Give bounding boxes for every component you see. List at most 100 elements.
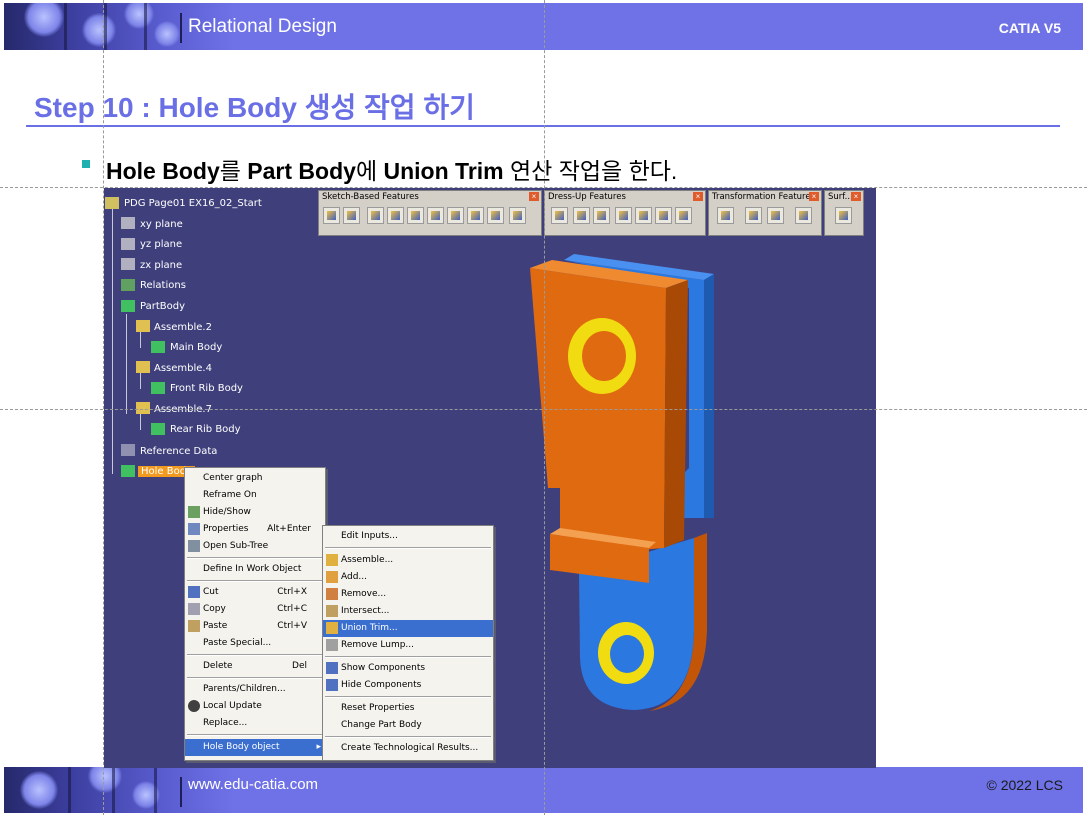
slot-icon[interactable] xyxy=(427,207,444,224)
menu-item-copy[interactable]: Copy Ctrl+C xyxy=(185,601,325,618)
menu-item-remove[interactable]: Remove... xyxy=(323,586,493,603)
assemble-icon xyxy=(136,402,150,414)
bullet-icon xyxy=(82,160,90,168)
bullet-bold-2: Part Body xyxy=(247,158,356,184)
paste-icon xyxy=(188,620,200,632)
menu-separator xyxy=(187,654,323,656)
menu-item-center-graph[interactable]: Center graph xyxy=(185,470,325,487)
tree-item-xy-plane[interactable]: xy plane xyxy=(140,219,183,230)
menu-item-delete[interactable]: Delete Del xyxy=(185,658,325,675)
loft-icon[interactable] xyxy=(467,207,484,224)
pattern-icon[interactable] xyxy=(767,207,784,224)
menu-item-create-technological-results[interactable]: Create Technological Results... xyxy=(323,740,493,757)
edge-fillet-icon[interactable] xyxy=(551,207,568,224)
shaft-icon[interactable] xyxy=(367,207,384,224)
menu-item-hide-components[interactable]: Hide Components xyxy=(323,677,493,694)
tree-item-zx-plane[interactable]: zx plane xyxy=(140,260,182,271)
header-title: Relational Design xyxy=(188,16,337,37)
menu-separator xyxy=(325,656,491,658)
remove-lump-icon xyxy=(326,639,338,651)
menu-item-reset-properties[interactable]: Reset Properties xyxy=(323,700,493,717)
menu-separator xyxy=(187,734,323,736)
footer-url[interactable]: www.edu-catia.com xyxy=(188,776,318,793)
menu-separator xyxy=(187,557,323,559)
front-plate xyxy=(530,268,666,556)
menu-item-cut[interactable]: Cut Ctrl+X xyxy=(185,584,325,601)
front-plate-side xyxy=(664,280,688,548)
bullet-text-2: 에 xyxy=(355,158,384,184)
guide-line xyxy=(103,0,104,815)
scissors-icon xyxy=(188,586,200,598)
stiffener-icon[interactable] xyxy=(447,207,464,224)
close-icon[interactable]: × xyxy=(851,192,861,201)
catia-viewport[interactable]: Sketch-Based Features × Dress-Up Feature… xyxy=(104,188,876,768)
chamfer-icon[interactable] xyxy=(573,207,590,224)
reference-icon xyxy=(121,444,135,456)
menu-item-hide-show[interactable]: Hide/Show xyxy=(185,504,325,521)
menu-item-open-sub-tree[interactable]: Open Sub-Tree xyxy=(185,538,325,555)
context-menu[interactable]: Center graph Reframe On Hide/Show Proper… xyxy=(184,467,326,761)
menu-item-local-update[interactable]: Local Update xyxy=(185,698,325,715)
shell-icon[interactable] xyxy=(615,207,632,224)
pocket-icon[interactable] xyxy=(343,207,360,224)
menu-item-show-components[interactable]: Show Components xyxy=(323,660,493,677)
menu-item-hole-body-object[interactable]: Hole Body object ▸ xyxy=(185,739,325,756)
draft-icon[interactable] xyxy=(593,207,610,224)
tree-item-partbody[interactable]: PartBody xyxy=(140,301,185,312)
toolbar-surface[interactable]: Surf... × xyxy=(824,190,864,236)
solid-combine-icon[interactable] xyxy=(509,207,526,224)
tree-item-main-body[interactable]: Main Body xyxy=(170,342,222,353)
tree-item-assemble-4[interactable]: Assemble.4 xyxy=(154,363,212,374)
menu-item-union-trim[interactable]: Union Trim... xyxy=(323,620,493,637)
remove-loft-icon[interactable] xyxy=(487,207,504,224)
translation-icon[interactable] xyxy=(717,207,734,224)
guide-line xyxy=(0,187,1087,188)
menu-separator xyxy=(187,677,323,679)
menu-item-parents-children[interactable]: Parents/Children... xyxy=(185,681,325,698)
menu-item-change-part-body[interactable]: Change Part Body xyxy=(323,717,493,734)
menu-item-edit-inputs[interactable]: Edit Inputs... xyxy=(323,528,493,545)
tree-item-yz-plane[interactable]: yz plane xyxy=(140,239,182,250)
tree-item-rear-rib-body[interactable]: Rear Rib Body xyxy=(170,424,241,435)
header-product: CATIA V5 xyxy=(998,20,1061,36)
split-icon[interactable] xyxy=(835,207,852,224)
menu-item-intersect[interactable]: Intersect... xyxy=(323,603,493,620)
menu-item-add[interactable]: Add... xyxy=(323,569,493,586)
toolbar-sketch-based[interactable]: Sketch-Based Features × xyxy=(318,190,542,236)
guide-line xyxy=(544,0,545,815)
menu-item-properties[interactable]: Properties Alt+Enter xyxy=(185,521,325,538)
menu-item-paste[interactable]: Paste Ctrl+V xyxy=(185,618,325,635)
plane-icon xyxy=(121,217,135,229)
rib-icon[interactable] xyxy=(407,207,424,224)
menu-item-replace[interactable]: Replace... xyxy=(185,715,325,732)
header-separator xyxy=(180,13,182,43)
hole-icon[interactable] xyxy=(387,207,404,224)
remove-face-icon[interactable] xyxy=(675,207,692,224)
object-submenu[interactable]: Edit Inputs... Assemble... Add... Remove… xyxy=(322,525,494,761)
scaling-icon[interactable] xyxy=(795,207,812,224)
tree-item-assemble-2[interactable]: Assemble.2 xyxy=(154,322,212,333)
close-icon[interactable]: × xyxy=(809,192,819,201)
menu-item-paste-special[interactable]: Paste Special... xyxy=(185,635,325,652)
menu-item-define-in-work-object[interactable]: Define In Work Object xyxy=(185,561,325,578)
tree-item-reference-data[interactable]: Reference Data xyxy=(140,446,217,457)
remove-icon xyxy=(326,588,338,600)
toolbar-dress-up[interactable]: Dress-Up Features × xyxy=(544,190,706,236)
mirror-icon[interactable] xyxy=(745,207,762,224)
thickness-icon[interactable] xyxy=(635,207,652,224)
menu-item-remove-lump[interactable]: Remove Lump... xyxy=(323,637,493,654)
plane-icon xyxy=(121,238,135,250)
menu-item-assemble[interactable]: Assemble... xyxy=(323,552,493,569)
close-icon[interactable]: × xyxy=(529,192,539,201)
tree-item-front-rib-body[interactable]: Front Rib Body xyxy=(170,383,243,394)
pad-icon[interactable] xyxy=(323,207,340,224)
close-icon[interactable]: × xyxy=(693,192,703,201)
thread-icon[interactable] xyxy=(655,207,672,224)
lower-ring-hole xyxy=(610,635,644,673)
menu-item-reframe-on[interactable]: Reframe On xyxy=(185,487,325,504)
title-underline xyxy=(26,125,1060,127)
tree-item-relations[interactable]: Relations xyxy=(140,280,186,291)
tree-line xyxy=(140,332,141,348)
toolbar-transformation[interactable]: Transformation Features × xyxy=(708,190,822,236)
tree-root[interactable]: PDG Page01 EX16_02_Start xyxy=(124,198,262,209)
